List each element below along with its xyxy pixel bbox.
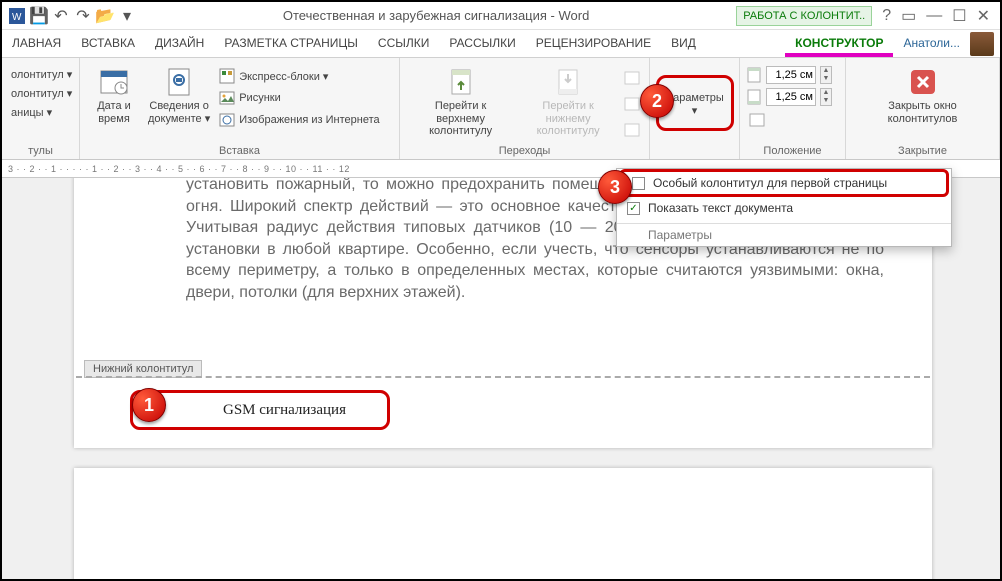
tab-constructor[interactable]: КОНСТРУКТОР <box>785 30 893 57</box>
footer-separator <box>76 376 930 378</box>
ribbon-options-icon[interactable]: ▭ <box>901 6 916 26</box>
annotation-marker-1: 1 <box>132 388 166 422</box>
goto-header-button[interactable]: Перейти к верхнемуколонтитулу <box>406 62 515 143</box>
goto-footer-button: Перейти к нижнемуколонтитулу <box>515 62 621 143</box>
document-info-button[interactable]: Сведения одокументе ▾ <box>142 62 216 143</box>
tab-design[interactable]: ДИЗАЙН <box>145 30 214 57</box>
option-show-document-text[interactable]: ✓ Показать текст документа <box>617 197 951 219</box>
help-icon[interactable]: ? <box>882 7 891 25</box>
previous-section-button <box>621 68 643 88</box>
ribbon: олонтитул ▾ олонтитул ▾ аницы ▾ тулы Дат… <box>2 58 1000 160</box>
online-pictures-button[interactable]: Изображения из Интернета <box>216 110 382 130</box>
title-bar: W 💾 ↶ ↷ 📂 ▾ Отечественная и зарубежная с… <box>2 2 1000 30</box>
header-from-top-spinner[interactable]: ▲▼ <box>746 66 832 84</box>
header-dropdown[interactable]: олонтитул ▾ <box>8 66 75 83</box>
page-number-dropdown[interactable]: аницы ▾ <box>8 104 75 121</box>
undo-icon[interactable]: ↶ <box>52 7 70 25</box>
account-name[interactable]: Анатоли... <box>893 30 970 57</box>
close-window-icon[interactable]: ✕ <box>977 6 990 26</box>
annotation-marker-3: 3 <box>598 170 632 204</box>
group-close: Закрытие <box>852 143 993 157</box>
tab-layout[interactable]: РАЗМЕТКА СТРАНИЦЫ <box>214 30 368 57</box>
header-from-top-value[interactable] <box>766 66 816 84</box>
svg-text:W: W <box>12 12 22 23</box>
pictures-button[interactable]: Рисунки <box>216 88 382 108</box>
checkbox-checked-icon[interactable]: ✓ <box>627 202 640 215</box>
quick-access-toolbar: W 💾 ↶ ↷ 📂 ▾ <box>2 7 136 25</box>
redo-icon[interactable]: ↷ <box>74 7 92 25</box>
tab-review[interactable]: РЕЦЕНЗИРОВАНИЕ <box>526 30 661 57</box>
option-different-first-page[interactable]: Особый колонтитул для первой страницы <box>619 169 949 197</box>
close-header-footer-button[interactable]: Закрыть окноколонтитулов <box>882 62 964 143</box>
context-tab-label: РАБОТА С КОЛОНТИТ.. <box>736 6 872 26</box>
maximize-icon[interactable]: ☐ <box>952 6 966 26</box>
open-icon[interactable]: 📂 <box>96 7 114 25</box>
footer-from-bottom-value[interactable] <box>766 88 816 106</box>
document-title: Отечественная и зарубежная сигнализация … <box>136 8 736 23</box>
quick-parts-button[interactable]: Экспресс-блоки ▾ <box>216 66 382 86</box>
group-header-footer: тулы <box>8 143 73 157</box>
footer-dropdown[interactable]: олонтитул ▾ <box>8 85 75 102</box>
ribbon-tabs: ЛАВНАЯ ВСТАВКА ДИЗАЙН РАЗМЕТКА СТРАНИЦЫ … <box>2 30 1000 58</box>
tab-view[interactable]: ВИД <box>661 30 706 57</box>
group-insert: Вставка <box>86 143 393 157</box>
group-navigation: Переходы <box>406 143 643 157</box>
date-time-button[interactable]: Дата ивремя <box>86 62 142 143</box>
account-avatar[interactable] <box>970 32 994 56</box>
link-previous-button <box>621 120 643 140</box>
tab-mailings[interactable]: РАССЫЛКИ <box>439 30 525 57</box>
page-2: 2 <box>74 468 932 579</box>
options-popup-footer: Параметры <box>617 223 951 246</box>
footer-area[interactable]: Нижний колонтитул GSM сигнализация <box>74 360 932 448</box>
tab-insert[interactable]: ВСТАВКА <box>71 30 145 57</box>
options-popup: Особый колонтитул для первой страницы ✓ … <box>616 168 952 247</box>
word-app-icon: W <box>8 7 26 25</box>
footer-text[interactable]: GSM сигнализация <box>130 390 390 430</box>
insert-alignment-tab-button[interactable] <box>746 110 832 130</box>
minimize-icon[interactable]: — <box>926 7 942 25</box>
qat-more-icon[interactable]: ▾ <box>118 7 136 25</box>
tab-references[interactable]: ССЫЛКИ <box>368 30 439 57</box>
footer-from-bottom-spinner[interactable]: ▲▼ <box>746 88 832 106</box>
group-position: Положение <box>746 143 839 157</box>
save-icon[interactable]: 💾 <box>30 7 48 25</box>
annotation-marker-2: 2 <box>640 84 674 118</box>
tab-home[interactable]: ЛАВНАЯ <box>2 30 71 57</box>
checkbox-unchecked-icon[interactable] <box>632 177 645 190</box>
